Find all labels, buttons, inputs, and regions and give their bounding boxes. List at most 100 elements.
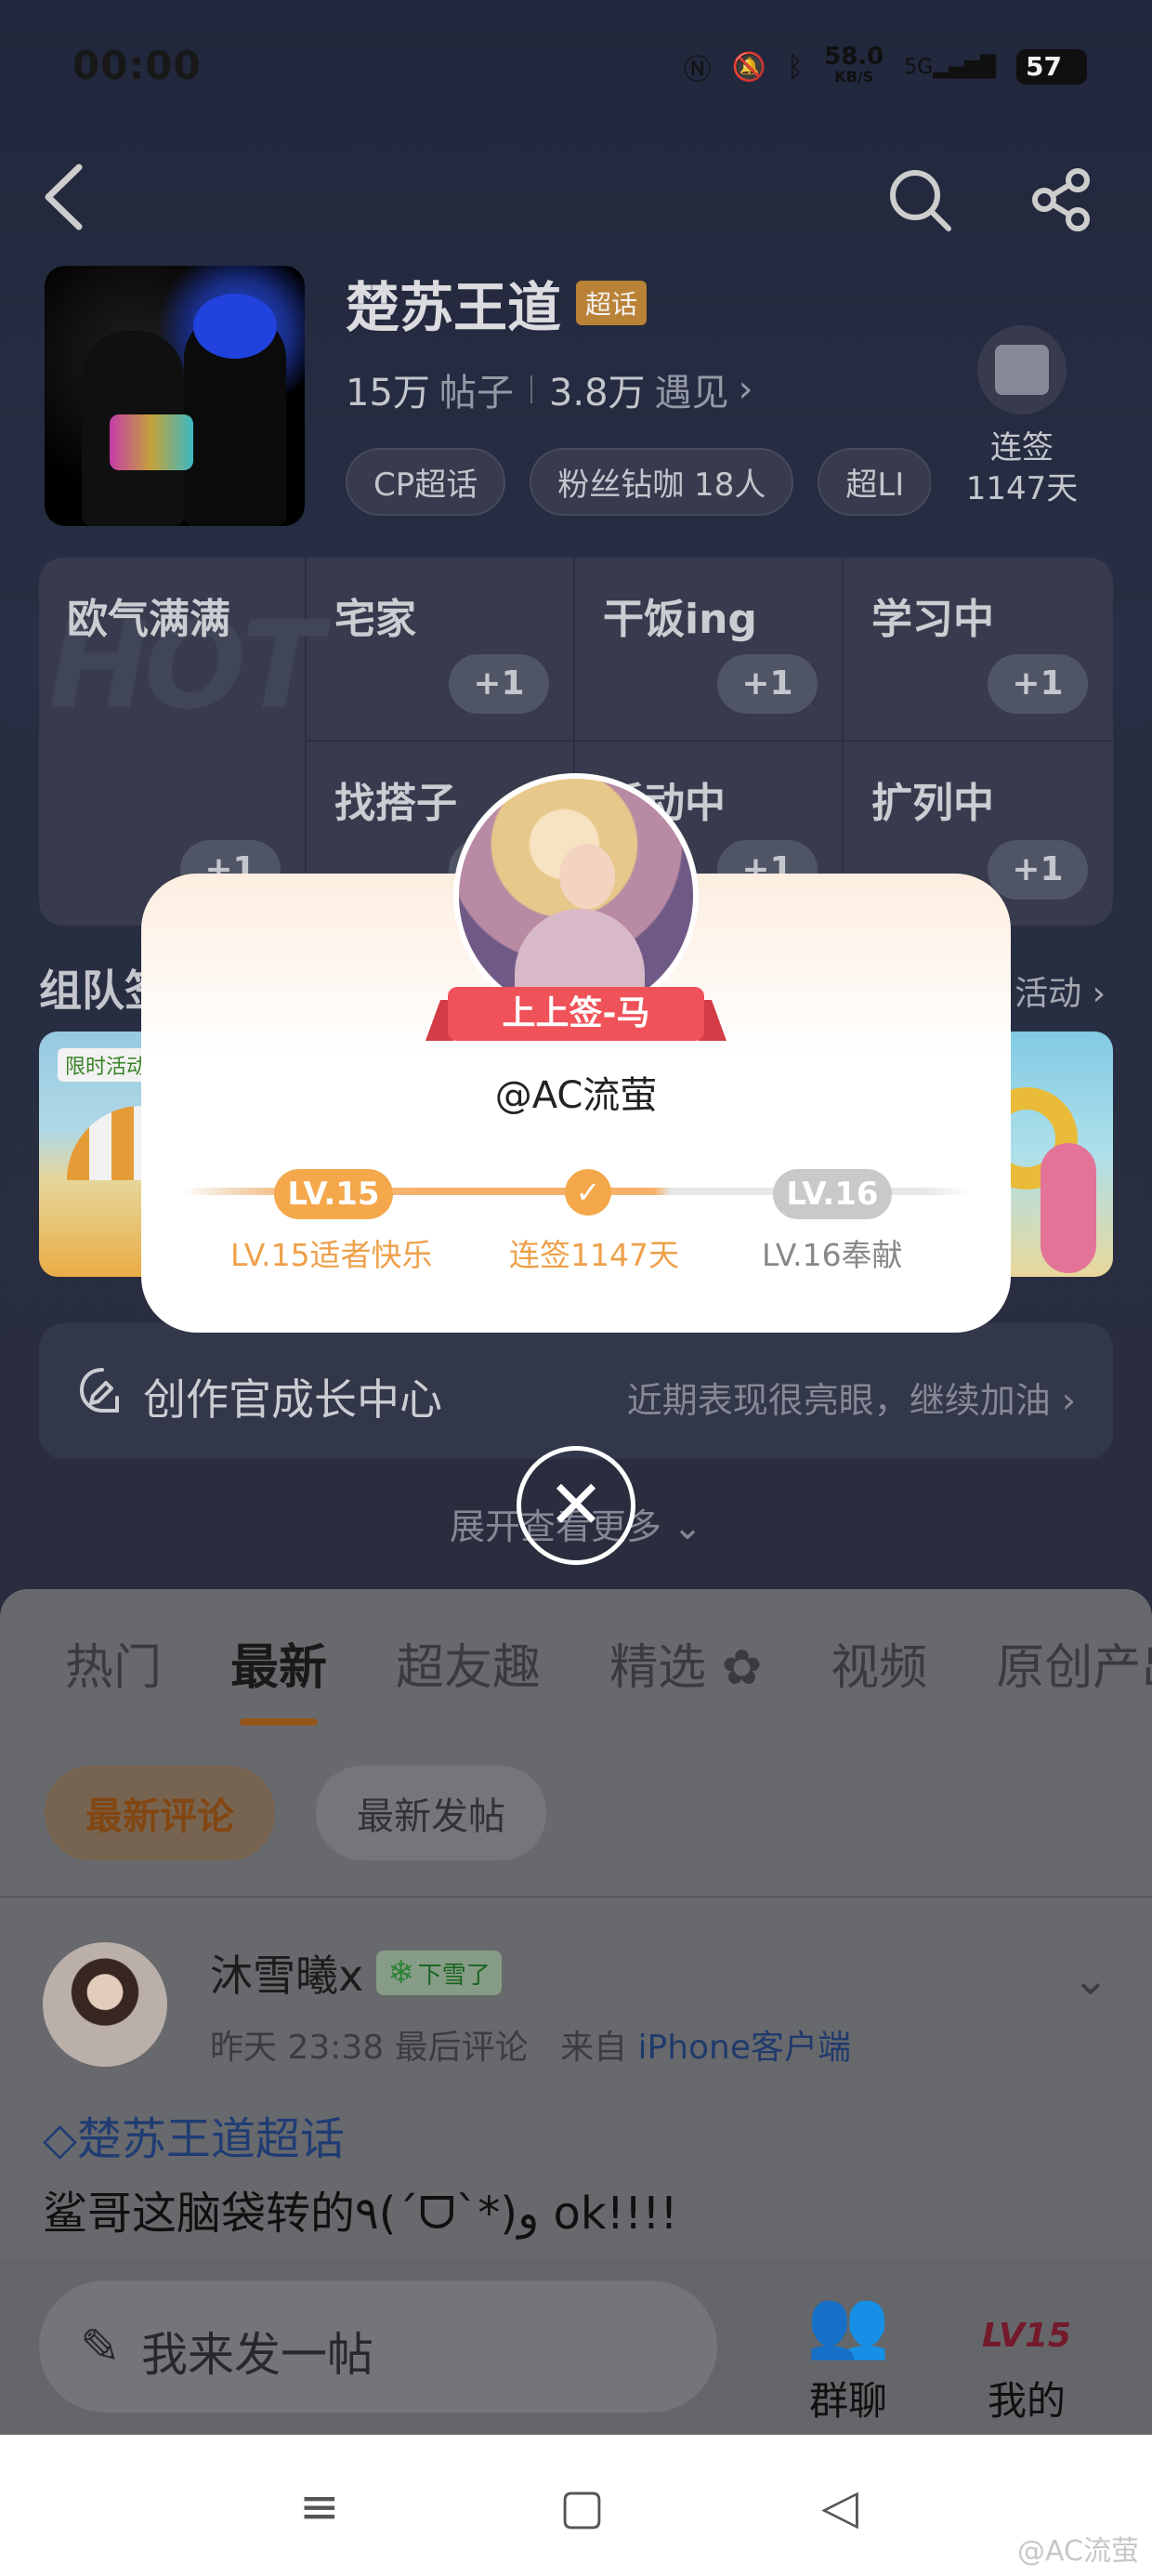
tag-chip[interactable]: 粉丝钻咖 18人 <box>530 448 794 516</box>
tab-hot[interactable]: 热门 <box>65 1628 162 1698</box>
compose-button[interactable]: ✎ 我来发一帖 <box>39 2280 717 2412</box>
fortune-ribbon: 上上签-马 <box>425 987 727 1048</box>
mute-icon: 🔕 <box>731 50 767 84</box>
encounters-count: 3.8万 <box>548 372 646 414</box>
menu-icon[interactable]: ≡ <box>299 2479 340 2535</box>
feed-subtabs: 最新评论 最新发帖 <box>45 1766 546 1860</box>
tag-chip[interactable]: 超LI <box>818 448 931 516</box>
system-navigation-bar: ≡ ▢ ◁ <box>0 2435 1152 2576</box>
back-nav-icon[interactable]: ◁ <box>821 2479 858 2535</box>
section-more-link[interactable]: 活动 › <box>1015 966 1106 1015</box>
growth-title: 创作官成长中心 <box>143 1374 442 1425</box>
chevron-down-icon[interactable]: ⌄ <box>1072 1953 1109 2005</box>
snowflake-icon: ❄ <box>387 1954 414 1991</box>
group-chat-icon: 👥 <box>806 2284 890 2362</box>
plus-one-button[interactable]: +1 <box>449 654 549 714</box>
topic-cover-image[interactable] <box>45 266 305 526</box>
plus-one-button[interactable]: +1 <box>988 654 1088 714</box>
tab-video[interactable]: 视频 <box>831 1628 927 1698</box>
plus-one-button[interactable]: +1 <box>717 654 818 714</box>
posts-label: 帖子 <box>439 372 514 414</box>
close-icon[interactable]: ✕ <box>517 1446 635 1565</box>
post-meta: 昨天 23:38 最后评论 来自 iPhone客户端 <box>210 2029 852 2067</box>
plus-one-button[interactable]: +1 <box>988 840 1088 900</box>
checkin-modal: 上上签-马 @AC流萤 LV.15 ✓ LV.16 LV.15适者快乐 连签11… <box>141 773 1011 1333</box>
status-icons: Ⓝ 🔕 ᛒ 58.0 KB/S 5G▂▄▆█ 57 <box>683 43 1087 87</box>
creator-growth-center[interactable]: 创作官成长中心 近期表现很亮眼，继续加油 › <box>39 1323 1113 1459</box>
diamond-icon: ◇ <box>43 2113 77 2165</box>
avatar[interactable] <box>43 1942 167 2067</box>
calendar-check-icon <box>977 325 1067 414</box>
fortune-text: 上上签-马 <box>502 994 650 1032</box>
tag-chip[interactable]: CP超话 <box>346 448 506 516</box>
network-speed: 58.0 KB/S <box>824 43 884 85</box>
status-time: 00:00 <box>72 43 202 88</box>
mood-cell[interactable]: 干饭ing +1 <box>575 558 844 742</box>
stats-divider <box>530 375 532 403</box>
topic-title-row: 楚苏王道 超话 <box>346 264 648 342</box>
user-level-icon: LV15 <box>982 2317 1071 2355</box>
growth-subtitle: 近期表现很亮眼，继续加油 › <box>626 1380 1076 1421</box>
mine-button[interactable]: LV15 我的 <box>957 2277 1096 2426</box>
mood-label: 扩列中 <box>871 780 994 827</box>
tab-super-fun[interactable]: 超友趣 <box>396 1628 541 1698</box>
next-level-caption: LV.16奉献 <box>762 1237 903 1273</box>
watermark: @AC流萤 <box>1017 2535 1139 2568</box>
checkin-label: 连签 <box>990 429 1054 467</box>
topic-tags: CP超话 粉丝钻咖 18人 超LI <box>346 448 931 516</box>
featured-icon: ✿ <box>706 1640 763 1696</box>
mood-cell[interactable]: 宅家 +1 <box>307 558 575 742</box>
current-level-pill: LV.15 <box>274 1169 393 1219</box>
modal-username: @AC流萤 <box>494 1074 658 1117</box>
post-text: 鲨哥这脑袋转的٩(ˊᗜˋ*)و ok!!!! <box>43 2188 678 2240</box>
battery-icon: 57 <box>1016 49 1087 85</box>
surfboard-illustration <box>1041 1143 1096 1273</box>
mood-label: 干饭ing <box>603 596 757 643</box>
mood-cell-big[interactable]: HOT 欧气满满 +1 <box>39 558 323 926</box>
group-chat-label: 群聊 <box>808 2378 887 2424</box>
topic-stats[interactable]: 15万 帖子 3.8万 遇见 › <box>346 362 753 416</box>
mood-label: 学习中 <box>871 596 994 643</box>
post-author-row: 沐雪曦x ❄ 下雪了 <box>210 1942 502 2004</box>
group-chat-button[interactable]: 👥 群聊 <box>779 2277 918 2426</box>
current-level-caption: LV.15适者快乐 <box>230 1237 433 1273</box>
creator-badge-icon <box>79 1368 119 1413</box>
divider <box>0 1896 1152 1898</box>
next-level-pill: LV.16 <box>773 1169 892 1219</box>
topic-title: 楚苏王道 <box>346 276 562 339</box>
tab-latest[interactable]: 最新 <box>230 1628 327 1726</box>
home-icon[interactable]: ▢ <box>559 2479 605 2535</box>
bluetooth-icon: ᛒ <box>787 50 805 84</box>
feed-tabs: 热门 最新 超友趣 精选 ✿ 视频 原创产出 <box>65 1628 1152 1726</box>
subtab-latest-comments[interactable]: 最新评论 <box>45 1766 275 1860</box>
posts-count: 15万 <box>346 372 430 414</box>
checkin-streak-caption: 连签1147天 <box>509 1237 679 1273</box>
check-icon: ✓ <box>565 1169 611 1216</box>
back-icon[interactable] <box>37 160 93 234</box>
mood-cell[interactable]: 学习中 +1 <box>844 558 1112 742</box>
tab-original[interactable]: 原创产出 <box>996 1628 1152 1698</box>
search-icon[interactable] <box>887 167 952 232</box>
mood-label: 找搭子 <box>334 780 457 827</box>
tab-featured[interactable]: 精选 ✿ <box>609 1628 762 1698</box>
post-author-name[interactable]: 沐雪曦x <box>210 1942 363 2004</box>
cover-shirt-print <box>110 414 193 470</box>
activity-banner-right[interactable] <box>994 1032 1113 1277</box>
status-badge: ❄ 下雪了 <box>376 1951 502 1995</box>
subtab-latest-posts[interactable]: 最新发帖 <box>316 1766 546 1860</box>
signal-icon: 5G▂▄▆█ <box>904 55 996 79</box>
limited-activity-badge: 限时活动 <box>58 1048 155 1082</box>
super-topic-badge: 超话 <box>576 281 648 325</box>
cover-blue-hair <box>193 294 277 359</box>
share-icon[interactable] <box>1029 167 1094 232</box>
mood-label: 欧气满满 <box>67 596 230 643</box>
avatar <box>453 773 699 1019</box>
bottom-bar: ✎ 我来发一帖 👥 群聊 LV15 我的 <box>0 2258 1152 2435</box>
mine-label: 我的 <box>987 2378 1066 2424</box>
nfc-icon: Ⓝ <box>683 54 712 86</box>
checkin-button[interactable]: 连签 1147天 <box>957 325 1087 509</box>
post-topic-link[interactable]: ◇楚苏王道超话 <box>43 2102 345 2167</box>
encounters-label: 遇见 <box>654 372 729 414</box>
checkin-days: 1147天 <box>965 470 1079 507</box>
pencil-icon: ✎ <box>80 2320 121 2375</box>
